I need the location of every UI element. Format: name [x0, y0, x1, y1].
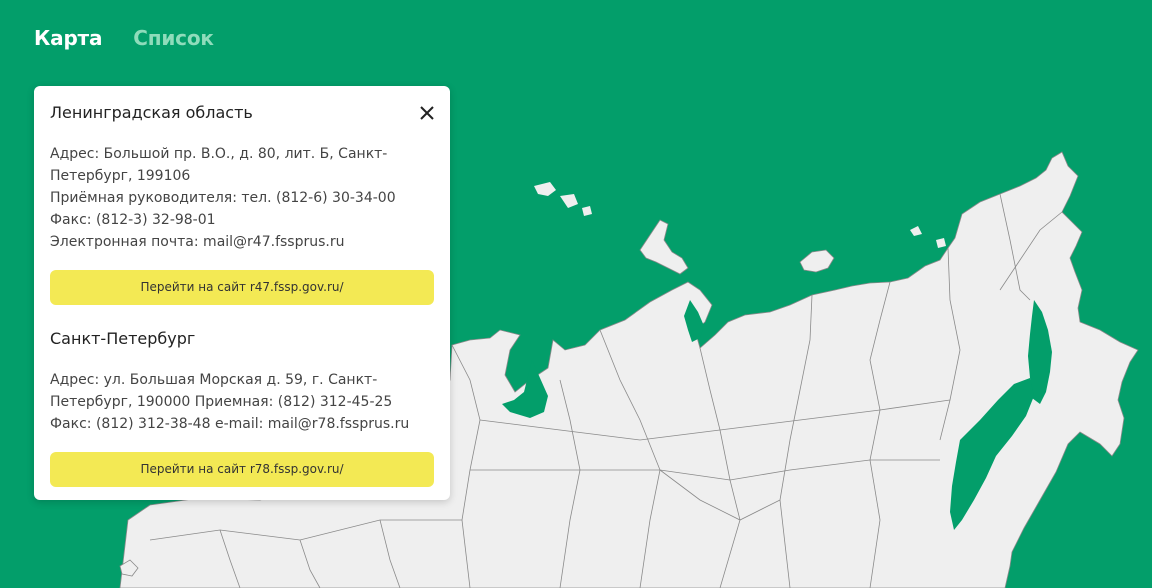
- severnaya-zemlya-island: [799, 249, 835, 273]
- office-card-saint-petersburg: Санкт-Петербург Адрес: ул. Большая Морск…: [50, 328, 434, 487]
- office-phone: Приёмная руководителя: тел. (812-6) 30-3…: [50, 190, 396, 206]
- office-fax: Факс: (812-3) 32-98-01: [50, 212, 216, 228]
- visit-site-button[interactable]: Перейти на сайт r78.fssp.gov.ru/: [50, 452, 434, 487]
- office-address-line: Петербург, 190000 Приемная: (812) 312-45…: [50, 394, 393, 410]
- novaya-zemlya-island: [639, 219, 689, 275]
- tab-list[interactable]: Список: [133, 24, 214, 52]
- view-tabs: Карта Список: [34, 24, 214, 52]
- office-address-line: Адрес: ул. Большая Морская д. 59, г. Сан…: [50, 372, 378, 388]
- office-title: Санкт-Петербург: [50, 329, 196, 348]
- office-card-leningrad-oblast: Ленинградская область Адрес: Большой пр.…: [50, 102, 434, 305]
- office-title: Ленинградская область: [50, 103, 253, 122]
- map-page: Карта Список Ленинградская область Адрес…: [0, 0, 1152, 588]
- tab-map[interactable]: Карта: [34, 24, 102, 52]
- franz-josef-land: [534, 182, 592, 216]
- region-info-popup: Ленинградская область Адрес: Большой пр.…: [34, 86, 450, 500]
- visit-site-button[interactable]: Перейти на сайт r47.fssp.gov.ru/: [50, 270, 434, 305]
- office-contacts: Адрес: Большой пр. В.О., д. 80, лит. Б, …: [50, 143, 434, 253]
- office-fax-email: Факс: (812) 312-38-48 e-mail: mail@r78.f…: [50, 416, 410, 432]
- office-address-line: Петербург, 199106: [50, 168, 191, 184]
- office-email: Электронная почта: mail@r47.fssprus.ru: [50, 234, 345, 250]
- office-address-line: Адрес: Большой пр. В.О., д. 80, лит. Б, …: [50, 146, 388, 162]
- office-contacts: Адрес: ул. Большая Морская д. 59, г. Сан…: [50, 369, 434, 435]
